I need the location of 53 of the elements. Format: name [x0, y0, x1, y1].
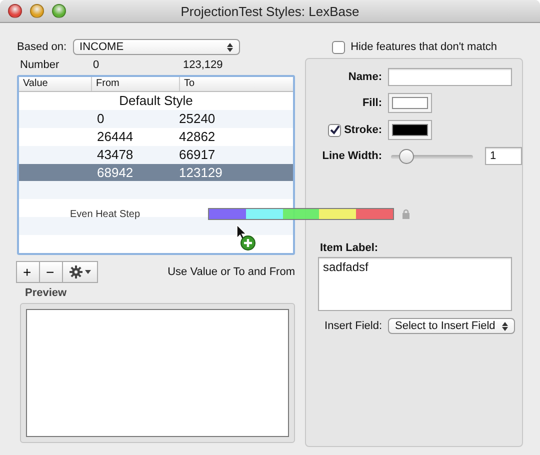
table-row[interactable]: 43478 66917: [19, 146, 293, 164]
name-label: Name:: [348, 71, 382, 83]
slider-thumb[interactable]: [399, 148, 414, 164]
gear-menu-button[interactable]: [62, 261, 98, 283]
drag-label: Even Heat Step: [70, 208, 142, 220]
insert-field-label: Insert Field:: [324, 320, 382, 332]
stroke-checkbox[interactable]: [328, 124, 342, 136]
table-cell-text: Default Style: [118, 93, 194, 108]
table-cell-text: 25240: [179, 111, 216, 126]
table-row[interactable]: 68942 123129: [19, 164, 293, 182]
stepper-icon: [502, 322, 508, 330]
window-title: ProjectionTest Styles: LexBase: [180, 4, 360, 18]
column-header[interactable]: From: [91, 77, 179, 91]
table-action-button[interactable]: −: [39, 261, 63, 283]
table-cell-text: 43478: [96, 147, 134, 162]
column-header[interactable]: To: [179, 77, 293, 91]
table-cell-text: 66917: [179, 147, 216, 162]
stepper-icon: [226, 42, 233, 52]
table-row[interactable]: 0 25240: [19, 110, 293, 128]
table-cell-text: 123129: [179, 165, 224, 180]
name-field[interactable]: [388, 68, 512, 86]
line-width-label: Line Width:: [322, 150, 382, 162]
close-button[interactable]: [8, 4, 22, 18]
zoom-button[interactable]: [52, 4, 66, 18]
column-header[interactable]: Value: [19, 77, 91, 91]
fill-label: Fill:: [362, 97, 382, 109]
range-max: 123,129: [183, 59, 224, 71]
hint-text: Use Value or To and From: [168, 266, 295, 278]
hide-features-label: Hide features that don't match: [350, 41, 497, 53]
table-cell-text: 68942: [96, 165, 134, 180]
gear-icon: [69, 265, 83, 279]
based-on-popup[interactable]: INCOME: [72, 39, 240, 55]
drag-copy-cursor-icon: [236, 224, 258, 252]
stroke-color-well[interactable]: [388, 120, 432, 140]
checkmark-icon: [329, 124, 340, 136]
line-width-field[interactable]: 1: [485, 147, 522, 165]
preview-label: Preview: [25, 287, 68, 299]
table-cell-text: 42862: [179, 129, 216, 144]
range-min: 0: [93, 59, 100, 71]
table-action-button[interactable]: +: [16, 261, 40, 283]
caret-icon: [85, 270, 91, 274]
item-label-field[interactable]: sadfadsf: [318, 257, 512, 311]
stroke-label: Stroke:: [344, 124, 382, 136]
based-on-label: Based on:: [17, 41, 67, 53]
table-cell-text: 26444: [96, 129, 134, 144]
fill-color-well[interactable]: [388, 93, 432, 113]
table-cell-text: 0: [96, 111, 106, 126]
item-label-label: Item Label:: [320, 242, 380, 254]
field-type: Number: [20, 59, 60, 71]
lock-icon: [402, 209, 410, 219]
insert-field-popup[interactable]: Select to Insert Field: [388, 318, 515, 334]
minimize-button[interactable]: [30, 4, 44, 18]
hide-features-checkbox[interactable]: [332, 40, 345, 54]
